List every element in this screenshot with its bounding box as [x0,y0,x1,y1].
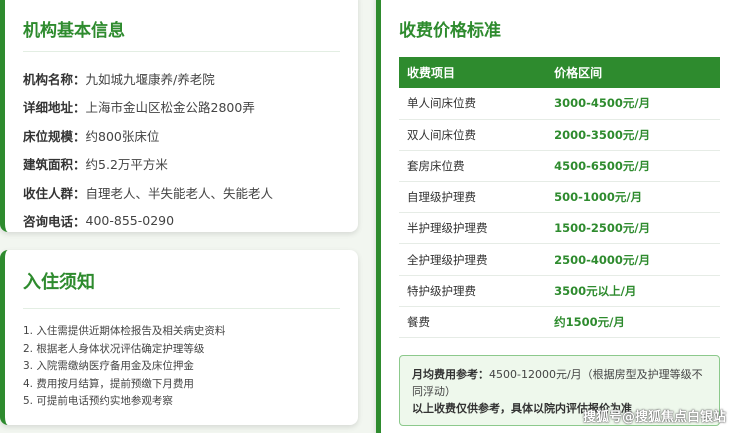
info-label: 建筑面积： [23,157,86,173]
table-header-row: 收费项目 价格区间 [399,57,720,88]
fee-item: 双人间床位费 [399,119,549,151]
info-value: 约800张床位 [85,128,160,144]
info-card-title: 机构基本信息 [23,16,340,52]
fee-price: 500-1000元/月 [548,181,720,214]
fee-item: 自理级护理费 [399,181,549,214]
table-row: 特护级护理费 3500元以上/月 [399,275,720,307]
info-label: 机构名称： [23,71,86,87]
info-row-name: 机构名称： 九如城九堰康养/养老院 [23,64,340,93]
info-label: 床位规模： [23,128,86,144]
fee-item: 特护级护理费 [399,275,549,307]
fee-price: 约1500元/月 [548,306,720,339]
table-row: 套房床位费 4500-6500元/月 [399,150,720,183]
info-card: 机构基本信息 机构名称： 九如城九堰康养/养老院 详细地址： 上海市金山区松金公… [0,0,358,232]
fee-price: 2000-3500元/月 [548,119,720,151]
fee-item: 套房床位费 [399,150,549,183]
table-row: 全护理级护理费 2500-4000元/月 [399,243,720,276]
fee-item: 单人间床位费 [399,88,549,120]
list-item: 4. 费用按月结算，提前预缴下月费用 [23,377,194,390]
info-row-residents: 收住人群： 自理老人、半失能老人、失能老人 [23,178,340,207]
table-row: 双人间床位费 2000-3500元/月 [399,119,720,151]
info-value: 约5.2万平方米 [85,157,168,173]
note-label: 月均费用参考： [412,368,489,381]
fee-item: 半护理级护理费 [399,212,549,245]
info-value: 自理老人、半失能老人、失能老人 [85,185,274,201]
column-header: 收费项目 [399,57,549,88]
column-header: 价格区间 [548,57,720,88]
list-item: 1. 入住需提供近期体检报告及相关病史资料 [23,325,226,337]
info-value: 上海市金山区松金公路2800弄 [85,100,255,116]
fee-item: 餐费 [399,306,549,339]
pricing-card-title: 收费价格标准 [399,21,501,41]
info-label: 咨询电话： [23,214,86,230]
info-row-address: 详细地址： 上海市金山区松金公路2800弄 [23,93,340,122]
table-row: 餐费 约1500元/月 [399,306,720,339]
price-table: 收费项目 价格区间 单人间床位费 3000-4500元/月 双人间床位费 2000-… [399,57,720,339]
fee-price: 3500元以上/月 [548,275,720,307]
watermark: 搜狐号@搜狐焦点白银站 [582,410,726,425]
fee-item: 全护理级护理费 [399,243,549,276]
info-value: 九如城九堰康养/养老院 [85,71,215,87]
list-item: 3. 入院需缴纳医疗备用金及床位押金 [23,360,194,372]
info-label: 收住人群： [23,185,86,201]
list-item: 5. 可提前电话预约实地参观考察 [23,395,173,407]
info-row-area: 建筑面积： 约5.2万平方米 [23,150,340,179]
pricing-card: 收费价格标准 收费项目 价格区间 单人间床位费 3000-4500元/月 双人间床… [376,0,740,433]
table-row: 单人间床位费 3000-4500元/月 [399,88,720,120]
info-label: 详细地址： [23,100,86,116]
fee-price: 3000-4500元/月 [548,88,720,120]
fee-price: 1500-2500元/月 [548,212,720,245]
phone-number[interactable]: 400-855-0290 [86,213,175,228]
list-item: 2. 根据老人身体状况评估确定护理等级 [23,342,205,355]
admission-list: 1. 入住需提供近期体检报告及相关病史资料 2. 根据老人身体状况评估确定护理等… [23,323,340,411]
fee-price: 2500-4000元/月 [548,243,720,276]
info-row-beds: 床位规模： 约800张床位 [23,121,340,150]
info-row-phone: 咨询电话： 400-855-0290 [23,207,340,236]
admission-card: 入住须知 1. 入住需提供近期体检报告及相关病史资料 2. 根据老人身体状况评估… [0,250,358,425]
info-list: 机构名称： 九如城九堰康养/养老院 详细地址： 上海市金山区松金公路2800弄 … [23,64,340,235]
admission-card-title: 入住须知 [23,268,340,309]
table-row: 自理级护理费 500-1000元/月 [399,181,720,214]
fee-price: 4500-6500元/月 [548,150,720,183]
table-row: 半护理级护理费 1500-2500元/月 [399,212,720,245]
